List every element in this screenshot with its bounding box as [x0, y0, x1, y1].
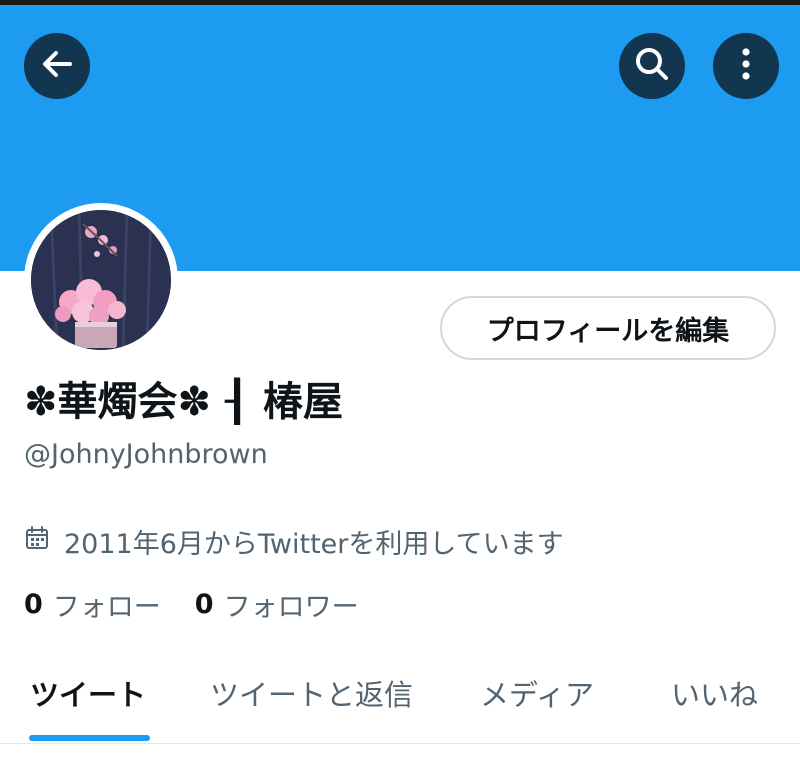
tab-replies-label: ツイートと返信: [210, 678, 414, 712]
edit-profile-button[interactable]: プロフィールを編集: [440, 296, 776, 360]
followers-count: 0: [194, 588, 214, 620]
joined-date: 2011年6月からTwitterを利用しています: [24, 521, 564, 561]
tab-tweets-and-replies[interactable]: ツイートと返信: [210, 660, 413, 744]
back-button[interactable]: [24, 33, 90, 99]
tab-media[interactable]: メディア: [480, 660, 594, 744]
following-link[interactable]: 0 フォロー: [24, 585, 161, 624]
user-handle: @JohnyJohnbrown: [24, 439, 268, 470]
avatar-button[interactable]: [24, 203, 178, 357]
profile-screen: プロフィールを編集 ✽華燭会✽ ┨ 椿屋 @JohnyJohnbrown 201…: [0, 0, 800, 757]
following-label: フォロー: [52, 591, 161, 623]
more-options-button[interactable]: [713, 33, 779, 99]
search-button[interactable]: [619, 33, 685, 99]
following-count: 0: [24, 588, 43, 620]
calendar-icon: [24, 525, 50, 558]
tab-tweets[interactable]: ツイート: [30, 660, 146, 744]
avatar: [31, 210, 171, 350]
more-vertical-icon: [726, 44, 766, 88]
active-tab-indicator: [29, 735, 150, 741]
followers-link[interactable]: 0 フォロワー: [195, 585, 359, 624]
profile-tabs: ツイート ツイートと返信 メディア いいね: [0, 660, 800, 744]
follow-stats: 0 フォロー 0 フォロワー: [24, 584, 359, 624]
tabs-divider: [0, 743, 800, 744]
tab-likes-label: いいね: [671, 678, 759, 712]
arrow-left-icon: [37, 44, 77, 88]
tab-tweets-label: ツイート: [30, 678, 147, 712]
display-name: ✽華燭会✽ ┨ 椿屋: [24, 379, 343, 425]
followers-label: フォロワー: [223, 591, 359, 623]
edit-profile-label: プロフィールを編集: [486, 315, 730, 347]
search-icon: [632, 44, 672, 88]
tab-likes[interactable]: いいね: [671, 660, 758, 744]
avatar-flower-image: [31, 210, 171, 350]
tab-media-label: メディア: [480, 678, 594, 712]
joined-text: 2011年6月からTwitterを利用しています: [64, 528, 564, 560]
